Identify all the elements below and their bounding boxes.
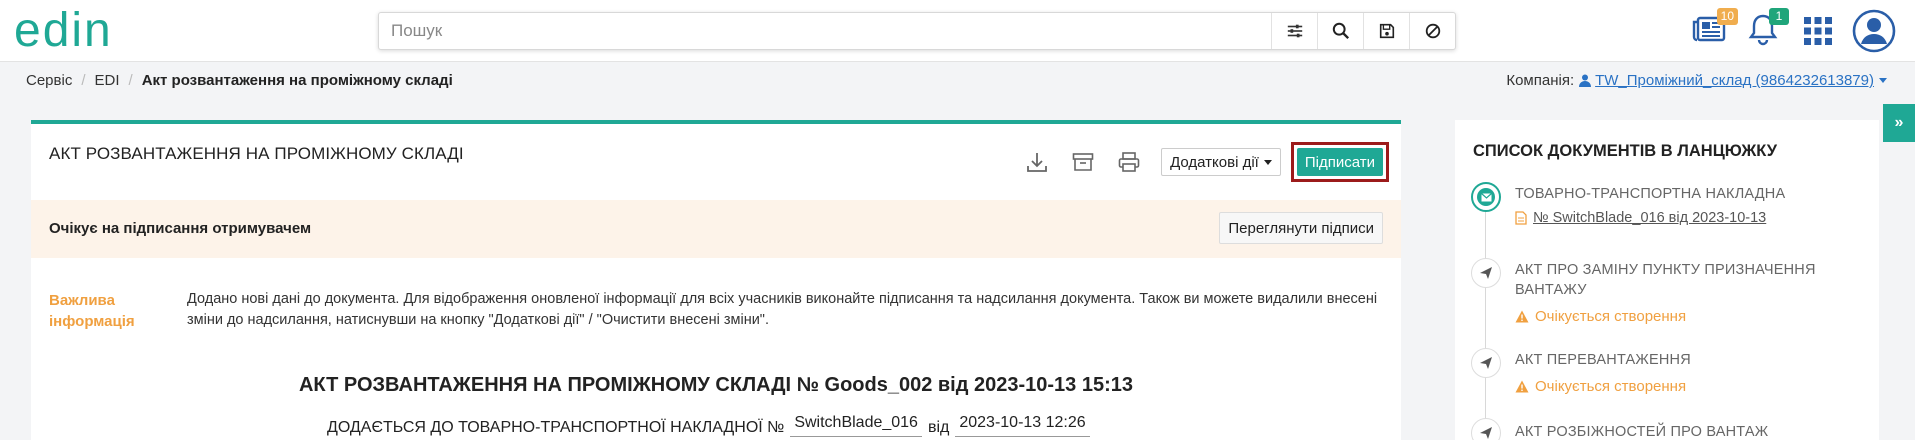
print-button[interactable] xyxy=(1111,147,1147,177)
chevron-down-icon[interactable] xyxy=(1879,78,1887,83)
chain-connector-line xyxy=(1485,186,1486,440)
company-selector: Компанія: TW_Проміжний_склад (9864232613… xyxy=(1506,72,1887,89)
document-title: АКТ РОЗВАНТАЖЕННЯ НА ПРОМІЖНОМУ СКЛАДІ xyxy=(49,144,464,163)
sliders-icon xyxy=(1287,24,1302,38)
chain-panel-title: СПИСОК ДОКУМЕНТІВ В ЛАНЦЮЖКУ xyxy=(1473,142,1778,160)
filter-settings-button[interactable] xyxy=(1271,13,1317,49)
chain-item-status: Очікується створення xyxy=(1515,308,1686,325)
breadcrumb-current: Акт розвантаження на проміжному складі xyxy=(141,72,453,89)
download-icon xyxy=(1027,153,1047,172)
user-avatar-button[interactable] xyxy=(1852,9,1896,58)
notifications-count-badge: 1 xyxy=(1769,8,1789,25)
status-text: Очікує на підписання отримувачем xyxy=(49,220,312,237)
chain-item-status-text: Очікується створення xyxy=(1535,308,1687,325)
waybill-from: від xyxy=(927,419,950,436)
waybill-date-field: 2023-10-13 12:26 xyxy=(955,414,1090,437)
user-icon xyxy=(1579,74,1592,87)
chain-item-title: ТОВАРНО-ТРАНСПОРТНА НАКЛАДНА xyxy=(1515,186,1786,202)
documents-button[interactable]: 10 xyxy=(1692,8,1738,51)
top-bar: edin 10 1 xyxy=(0,0,1915,62)
more-actions-label: Додаткові дії xyxy=(1170,153,1259,171)
important-info-text: Додано нові дані до документа. Для відоб… xyxy=(187,291,1378,328)
more-actions-dropdown[interactable]: Додаткові дії xyxy=(1161,148,1281,176)
chain-item-title: АКТ РОЗБІЖНОСТЕЙ ПРО ВАНТАЖ xyxy=(1515,424,1769,440)
warning-icon xyxy=(1515,380,1529,393)
archive-button[interactable] xyxy=(1065,147,1101,177)
chain-item-link[interactable]: № SwitchBlade_016 від 2023-10-13 xyxy=(1515,210,1766,226)
apps-button[interactable] xyxy=(1803,16,1833,51)
sign-button[interactable]: Підписати xyxy=(1296,148,1383,176)
company-label: Компанія: xyxy=(1506,72,1575,89)
chain-node-transshipment xyxy=(1471,348,1501,378)
chain-node-discrepancy xyxy=(1471,418,1501,440)
status-bar: Очікує на підписання отримувачем Перегля… xyxy=(31,200,1401,258)
save-search-button[interactable] xyxy=(1363,13,1409,49)
printer-icon xyxy=(1118,152,1140,172)
important-info-label: Важлива інформація xyxy=(49,292,135,330)
chain-item-link-text[interactable]: № SwitchBlade_016 від 2023-10-13 xyxy=(1533,210,1766,226)
caret-down-icon xyxy=(1263,159,1272,165)
download-button[interactable] xyxy=(1019,147,1055,177)
company-link[interactable]: TW_Проміжний_склад (9864232613879) xyxy=(1595,72,1874,89)
user-avatar-icon xyxy=(1852,9,1896,53)
chain-item-status: Очікується створення xyxy=(1515,378,1686,395)
waybill-number-field: SwitchBlade_016 xyxy=(790,414,922,437)
chain-item-title: АКТ ПЕРЕВАНТАЖЕННЯ xyxy=(1515,352,1691,368)
sign-button-highlight: Підписати xyxy=(1290,142,1389,182)
warning-icon xyxy=(1515,310,1529,323)
document-subheading: ДОДАЄТЬСЯ ДО ТОВАРНО-ТРАНСПОРТНОЇ НАКЛАД… xyxy=(327,414,1096,437)
envelope-icon xyxy=(1477,188,1495,206)
document-icon xyxy=(1515,211,1527,225)
breadcrumb-separator: / xyxy=(81,72,86,89)
notifications-button[interactable]: 1 xyxy=(1747,8,1789,51)
sidebar-toggle-button[interactable]: » xyxy=(1883,104,1915,142)
search-input[interactable] xyxy=(379,13,1271,49)
archive-icon xyxy=(1072,153,1094,171)
document-chain-panel: СПИСОК ДОКУМЕНТІВ В ЛАНЦЮЖКУ ТОВАРНО-ТРА… xyxy=(1455,120,1879,440)
documents-count-badge: 10 xyxy=(1716,8,1738,25)
document-card: АКТ РОЗВАНТАЖЕННЯ НА ПРОМІЖНОМУ СКЛАДІ Д… xyxy=(31,120,1401,440)
floppy-disk-icon xyxy=(1379,23,1394,39)
block-icon xyxy=(1425,23,1440,39)
clear-search-button[interactable] xyxy=(1409,13,1455,49)
search-icon xyxy=(1332,22,1349,40)
apps-grid-icon xyxy=(1804,17,1832,45)
view-signatures-button[interactable]: Переглянути підписи xyxy=(1219,212,1383,244)
document-actions: Додаткові дії Підписати xyxy=(1009,142,1389,182)
chain-node-waybill xyxy=(1471,182,1501,212)
edin-logo[interactable]: edin xyxy=(14,6,159,56)
svg-text:edin: edin xyxy=(14,6,113,56)
waybill-prefix: ДОДАЄТЬСЯ ДО ТОВАРНО-ТРАНСПОРТНОЇ НАКЛАД… xyxy=(327,419,785,436)
search-bar xyxy=(378,12,1456,50)
chain-item-title: АКТ ПРО ЗАМІНУ ПУНКТУ ПРИЗНАЧЕННЯ ВАНТАЖ… xyxy=(1515,262,1816,298)
breadcrumb-service[interactable]: Сервіс xyxy=(26,72,72,89)
double-chevron-right-icon: » xyxy=(1894,114,1904,131)
document-heading: АКТ РОЗВАНТАЖЕННЯ НА ПРОМІЖНОМУ СКЛАДІ №… xyxy=(298,374,1134,396)
breadcrumb-edi[interactable]: EDI xyxy=(95,72,120,89)
search-button[interactable] xyxy=(1317,13,1363,49)
chain-node-destination-change xyxy=(1471,258,1501,288)
breadcrumb-separator: / xyxy=(128,72,133,89)
paper-plane-icon xyxy=(1480,267,1492,279)
chain-item-status-text: Очікується створення xyxy=(1535,378,1687,395)
paper-plane-icon xyxy=(1480,357,1492,369)
breadcrumb: Сервіс / EDI / Акт розвантаження на пром… xyxy=(26,72,453,89)
paper-plane-icon xyxy=(1480,427,1492,439)
